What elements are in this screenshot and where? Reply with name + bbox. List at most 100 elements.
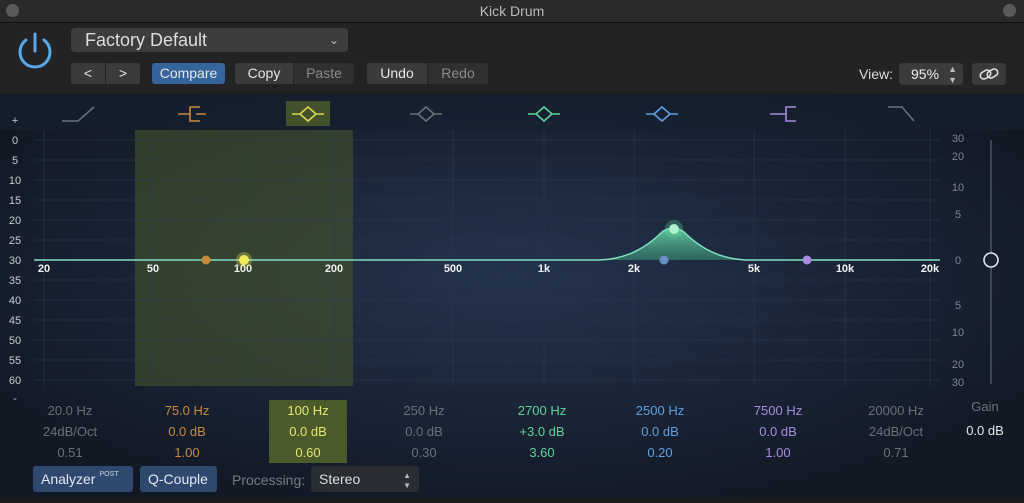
scale-right: 30 xyxy=(952,133,964,145)
post-badge: POST xyxy=(99,471,119,478)
band7-params[interactable]: 7500 Hz 0.0 dB 1.00 xyxy=(718,400,838,463)
window-title: Kick Drum xyxy=(479,3,545,19)
band-parameters: 20.0 Hz 24dB/Oct 0.51 75.0 Hz 0.0 dB 1.0… xyxy=(0,400,1024,463)
view-label: View: xyxy=(859,66,893,82)
processing-select[interactable]: Stereo ▲ ▼ xyxy=(311,466,419,492)
scale-left: 10 xyxy=(9,175,21,187)
band-gain[interactable]: 0.0 dB xyxy=(718,421,838,442)
scale-left: 45 xyxy=(9,315,21,327)
scale-left: 35 xyxy=(9,275,21,287)
band-gain[interactable]: 24dB/Oct xyxy=(10,421,130,442)
scale-left: + xyxy=(12,115,18,127)
scale-right: 10 xyxy=(952,182,964,194)
stepper-icon: ▲ ▼ xyxy=(948,64,957,85)
freq-label: 1k xyxy=(538,263,551,275)
preset-name: Factory Default xyxy=(85,30,208,50)
band-frequency[interactable]: 7500 Hz xyxy=(718,400,838,421)
scale-left: 55 xyxy=(9,355,21,367)
scale-left: 50 xyxy=(9,335,21,347)
band-q[interactable]: 1.00 xyxy=(127,442,247,463)
band8-params[interactable]: 20000 Hz 24dB/Oct 0.71 xyxy=(836,400,956,463)
analyzer-button[interactable]: Analyzer POST xyxy=(33,466,133,492)
band-q[interactable]: 0.30 xyxy=(364,442,484,463)
band-gain[interactable]: 0.0 dB xyxy=(600,421,720,442)
band5-node[interactable] xyxy=(669,224,679,234)
band-frequency[interactable]: 75.0 Hz xyxy=(127,400,247,421)
scale-left: 40 xyxy=(9,295,21,307)
power-icon[interactable] xyxy=(14,30,56,72)
freq-label: 20 xyxy=(38,263,50,275)
view-zoom-value: 95% xyxy=(911,66,940,82)
plugin-header: Factory Default ⌄ < > Compare Copy Paste… xyxy=(0,23,1024,93)
preset-menu[interactable]: Factory Default ⌄ xyxy=(71,28,348,52)
band2-params[interactable]: 75.0 Hz 0.0 dB 1.00 xyxy=(127,400,247,463)
freq-label: 2k xyxy=(628,263,641,275)
band-gain[interactable]: +3.0 dB xyxy=(482,421,602,442)
title-bar: Kick Drum xyxy=(0,0,1024,23)
scale-left: 15 xyxy=(9,195,21,207)
band-gain[interactable]: 0.0 dB xyxy=(364,421,484,442)
band-frequency[interactable]: 2700 Hz xyxy=(482,400,602,421)
band2-node[interactable] xyxy=(201,255,211,265)
freq-label: 5k xyxy=(748,263,761,275)
scale-right: 20 xyxy=(952,359,964,371)
link-button[interactable] xyxy=(972,63,1006,85)
band4-params[interactable]: 250 Hz 0.0 dB 0.30 xyxy=(364,400,484,463)
scale-left: 60 xyxy=(9,375,21,387)
window-zoom-icon[interactable] xyxy=(1003,4,1016,17)
band5-params[interactable]: 2700 Hz +3.0 dB 3.60 xyxy=(482,400,602,463)
freq-label: 500 xyxy=(444,263,462,275)
undo-button[interactable]: Undo xyxy=(367,63,427,84)
freq-label: 200 xyxy=(325,263,343,275)
band3-params[interactable]: 100 Hz 0.0 dB 0.60 xyxy=(269,400,347,463)
paste-button[interactable]: Paste xyxy=(294,63,354,84)
view-zoom-stepper[interactable]: 95% ▲ ▼ xyxy=(899,63,963,85)
redo-button[interactable]: Redo xyxy=(428,63,488,84)
chevron-down-icon: ⌄ xyxy=(328,33,339,47)
scale-left: 30 xyxy=(9,255,21,267)
band-frequency[interactable]: 20.0 Hz xyxy=(10,400,130,421)
processing-label: Processing: xyxy=(232,472,306,488)
band-q[interactable]: 0.60 xyxy=(269,442,347,463)
band-gain[interactable]: 24dB/Oct xyxy=(836,421,956,442)
master-gain: Gain 0.0 dB xyxy=(955,399,1015,439)
gain-value[interactable]: 0.0 dB xyxy=(955,423,1015,438)
prev-preset-button[interactable]: < xyxy=(71,63,105,84)
scale-right: 5 xyxy=(955,300,961,312)
band-frequency[interactable]: 2500 Hz xyxy=(600,400,720,421)
scale-left: 20 xyxy=(9,215,21,227)
scale-right: 30 xyxy=(952,377,964,389)
gain-slider-handle[interactable] xyxy=(983,252,999,268)
band6-params[interactable]: 2500 Hz 0.0 dB 0.20 xyxy=(600,400,720,463)
scale-right: 10 xyxy=(952,327,964,339)
copy-button[interactable]: Copy xyxy=(235,63,293,84)
band3-node[interactable] xyxy=(239,255,249,265)
analyzer-label: Analyzer xyxy=(41,471,96,487)
scale-left: 5 xyxy=(12,155,18,167)
band-gain[interactable]: 0.0 dB xyxy=(127,421,247,442)
band-frequency[interactable]: 100 Hz xyxy=(269,400,347,421)
processing-value: Stereo xyxy=(319,471,361,487)
gain-label: Gain xyxy=(971,399,999,414)
q-couple-button[interactable]: Q-Couple xyxy=(140,466,217,492)
band-gain[interactable]: 0.0 dB xyxy=(269,421,347,442)
band-frequency[interactable]: 20000 Hz xyxy=(836,400,956,421)
next-preset-button[interactable]: > xyxy=(106,63,140,84)
band1-params[interactable]: 20.0 Hz 24dB/Oct 0.51 xyxy=(10,400,130,463)
band-q[interactable]: 0.20 xyxy=(600,442,720,463)
freq-label: 20k xyxy=(921,263,940,275)
band-q[interactable]: 0.71 xyxy=(836,442,956,463)
band-q[interactable]: 0.51 xyxy=(10,442,130,463)
band-frequency[interactable]: 250 Hz xyxy=(364,400,484,421)
scale-right: 20 xyxy=(952,151,964,163)
compare-button[interactable]: Compare xyxy=(152,63,225,84)
band6-node[interactable] xyxy=(659,255,669,265)
scale-left: 25 xyxy=(9,235,21,247)
scale-right: 0 xyxy=(955,255,961,267)
scale-left: 0 xyxy=(12,135,18,147)
band-q[interactable]: 3.60 xyxy=(482,442,602,463)
freq-label: 50 xyxy=(147,263,159,275)
band-q[interactable]: 1.00 xyxy=(718,442,838,463)
freq-label: 10k xyxy=(836,263,855,275)
band7-node[interactable] xyxy=(802,255,812,265)
